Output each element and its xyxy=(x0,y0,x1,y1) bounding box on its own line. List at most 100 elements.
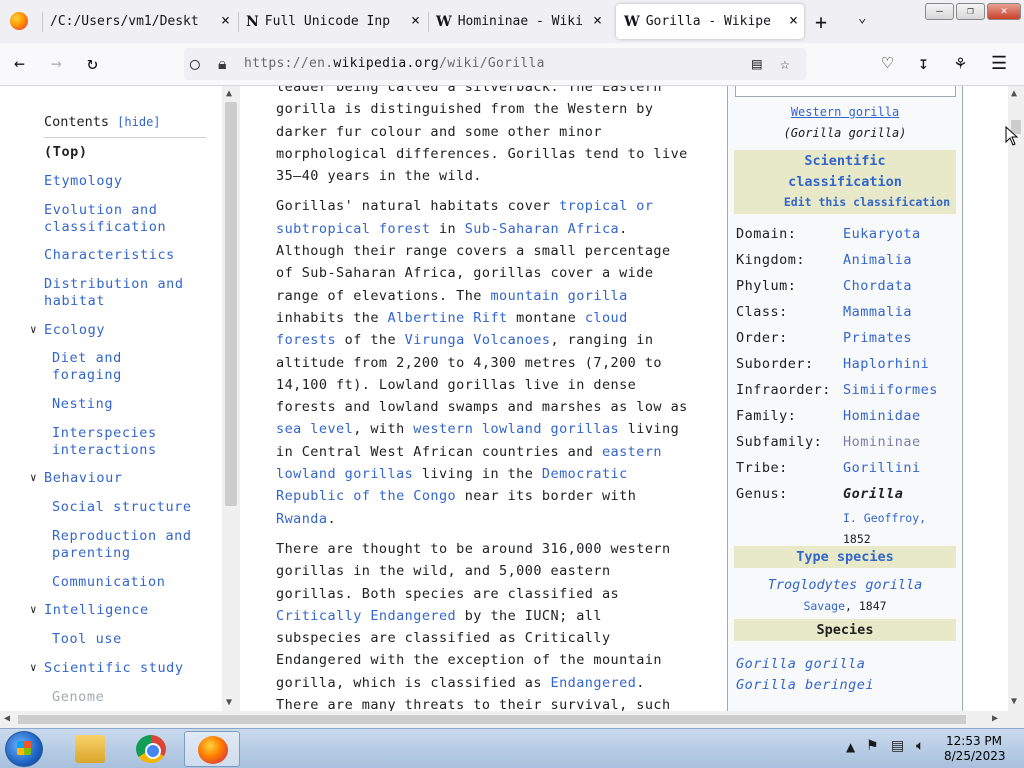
scroll-down-arrow-icon[interactable]: ▼ xyxy=(1011,696,1017,707)
download-icon[interactable]: ↧ xyxy=(918,54,929,74)
toc-item-etymology[interactable]: Etymology xyxy=(44,173,123,190)
scroll-down-arrow-icon[interactable]: ▼ xyxy=(226,697,232,708)
tab-close-icon[interactable]: × xyxy=(411,13,420,28)
toc-scrollbar[interactable]: ▲ ▼ xyxy=(222,86,240,711)
toc-item-evolution[interactable]: Evolution and classification xyxy=(44,202,204,236)
genus-author-link[interactable]: I. Geoffroy, xyxy=(843,511,926,525)
chevron-down-icon[interactable]: ∨ xyxy=(30,323,37,336)
caption-link-western-gorilla[interactable]: Western gorilla xyxy=(728,105,962,119)
clock-date: 8/25/2023 xyxy=(944,749,1006,763)
toc-item-tool-use[interactable]: Tool use xyxy=(52,631,122,648)
minimize-button[interactable]: — xyxy=(925,3,954,20)
taxon-row-suborder: Suborder: Haplorhini xyxy=(736,356,930,372)
link-virunga-volcanoes[interactable]: Virunga Volcanoes xyxy=(405,332,551,348)
show-hidden-icons-icon[interactable]: ▲ xyxy=(846,740,855,754)
chevron-down-icon[interactable]: ∨ xyxy=(30,603,37,616)
lock-icon[interactable]: 🔒︎ xyxy=(218,54,227,74)
maximize-button[interactable]: ❐ xyxy=(956,3,985,20)
link-critically-endangered[interactable]: Critically Endangered xyxy=(276,608,456,624)
toc-title: Contents [hide] xyxy=(44,114,161,130)
page-content: Contents [hide] (Top) Etymology Evolutio… xyxy=(0,86,1008,711)
tab-title: Gorilla - Wikipe xyxy=(645,14,771,29)
close-window-button[interactable]: ✕ xyxy=(987,3,1021,20)
link-sub-saharan-africa[interactable]: Sub-Saharan Africa xyxy=(465,221,619,237)
toc-hide-button[interactable]: [hide] xyxy=(117,115,160,129)
reader-view-icon[interactable]: ▤ xyxy=(752,54,762,73)
reload-icon[interactable]: ↻ xyxy=(87,54,98,74)
tab-full-unicode[interactable]: N Full Unicode Inp × xyxy=(246,4,426,39)
species-link[interactable]: Gorilla gorilla xyxy=(736,656,865,672)
action-center-flag-icon[interactable]: ⚑ xyxy=(866,738,879,754)
infobox-image-frame xyxy=(735,86,956,97)
horizontal-scrollbar-thumb[interactable] xyxy=(18,715,966,724)
toc-item-distribution[interactable]: Distribution and habitat xyxy=(44,276,204,310)
type-species-header[interactable]: Type species xyxy=(734,546,956,568)
taxon-row-kingdom: Kingdom: Animalia xyxy=(736,252,913,268)
taskbar-firefox[interactable] xyxy=(184,731,240,767)
link-endangered[interactable]: Endangered xyxy=(551,675,637,691)
scroll-left-arrow-icon[interactable]: ◀ xyxy=(4,713,10,724)
file-explorer-icon xyxy=(75,735,105,763)
menu-icon[interactable]: ☰ xyxy=(991,54,1007,74)
toc-item-reproduction[interactable]: Reproduction and parenting xyxy=(52,528,212,562)
tab-homininae[interactable]: W Homininae - Wiki × xyxy=(436,4,608,39)
genus-year: 1852 xyxy=(843,532,871,546)
tab-gorilla[interactable]: W Gorilla - Wikipe × xyxy=(616,4,804,39)
taskbar-chrome[interactable] xyxy=(123,731,179,767)
url-text[interactable]: https://en.wikipedia.org/wiki/Gorilla xyxy=(244,56,545,71)
chevron-down-icon[interactable]: ∨ xyxy=(30,661,37,674)
start-button[interactable] xyxy=(5,731,43,767)
paragraph: There are thought to be around 316,000 w… xyxy=(276,540,671,711)
shield-icon[interactable]: ◯ xyxy=(190,54,200,73)
tab-close-icon[interactable]: × xyxy=(221,13,230,28)
back-arrow-icon[interactable]: ← xyxy=(14,54,25,74)
link-rwanda[interactable]: Rwanda xyxy=(276,511,327,527)
scroll-up-arrow-icon[interactable]: ▲ xyxy=(1011,88,1017,99)
forward-arrow-icon[interactable]: → xyxy=(51,54,62,74)
toc-item-interspecies[interactable]: Interspecies interactions xyxy=(52,425,182,459)
link-mountain-gorilla[interactable]: mountain gorilla xyxy=(490,288,627,304)
link-sea-level[interactable]: sea level xyxy=(276,421,353,437)
toc-item-top[interactable]: (Top) xyxy=(44,144,88,161)
toc-item-scientific-study[interactable]: Scientific study xyxy=(44,660,184,677)
page-vertical-scrollbar[interactable]: ▲ ▼ xyxy=(1008,86,1024,711)
species-link[interactable]: Gorilla beringei xyxy=(736,677,874,693)
toc-item-characteristics[interactable]: Characteristics xyxy=(44,247,175,264)
system-clock[interactable]: 12:53 PM 8/25/2023 xyxy=(944,734,1006,764)
pocket-icon[interactable]: ♡ xyxy=(882,54,893,74)
bookmark-star-icon[interactable]: ☆ xyxy=(780,54,790,73)
new-tab-button[interactable]: + xyxy=(815,10,827,34)
scroll-up-arrow-icon[interactable]: ▲ xyxy=(226,88,232,99)
taskbar-file-explorer[interactable] xyxy=(62,731,118,767)
tab-local-file[interactable]: /C:/Users/vm1/Deskt × xyxy=(50,4,236,39)
chevron-down-icon[interactable]: ∨ xyxy=(30,471,37,484)
toc-item-diet[interactable]: Diet and foraging xyxy=(52,350,162,384)
edit-classification-link[interactable]: Edit this classification xyxy=(734,193,956,211)
type-species-link[interactable]: Troglodytes gorilla xyxy=(728,577,962,593)
toc-heading: Contents xyxy=(44,114,110,130)
link-western-lowland-gorillas[interactable]: western lowland gorillas xyxy=(413,421,619,437)
network-icon[interactable]: ▤ xyxy=(891,738,904,754)
link-albertine-rift[interactable]: Albertine Rift xyxy=(388,310,508,326)
extensions-icon[interactable]: ⚘ xyxy=(955,54,966,74)
toc-item-communication[interactable]: Communication xyxy=(52,574,165,591)
toc-divider xyxy=(44,137,206,138)
scientific-classification-header: Scientific classification Edit this clas… xyxy=(734,150,956,214)
firefox-view-icon[interactable] xyxy=(10,12,28,30)
volume-muted-icon[interactable]: 🔈︎ xyxy=(916,738,924,754)
address-bar[interactable]: ◯ 🔒︎ https://en.wikipedia.org/wiki/Goril… xyxy=(184,48,806,80)
page-horizontal-scrollbar[interactable]: ◀ ▶ xyxy=(0,711,1008,728)
tab-close-icon[interactable]: × xyxy=(593,13,602,28)
toc-item-behaviour[interactable]: Behaviour xyxy=(44,470,123,487)
scientific-classification-link[interactable]: Scientific classification xyxy=(734,151,956,193)
toc-item-ecology[interactable]: Ecology xyxy=(44,322,105,339)
toc-item-social-structure[interactable]: Social structure xyxy=(52,499,192,516)
chrome-icon xyxy=(136,735,166,763)
toc-item-genome[interactable]: Genome xyxy=(52,689,104,706)
scroll-right-arrow-icon[interactable]: ▶ xyxy=(992,713,998,724)
toc-item-nesting[interactable]: Nesting xyxy=(52,396,113,413)
toc-scrollbar-thumb[interactable] xyxy=(225,102,237,506)
list-all-tabs-button[interactable]: ⌄ xyxy=(858,10,866,26)
tab-close-icon[interactable]: × xyxy=(789,13,798,28)
toc-item-intelligence[interactable]: Intelligence xyxy=(44,602,149,619)
